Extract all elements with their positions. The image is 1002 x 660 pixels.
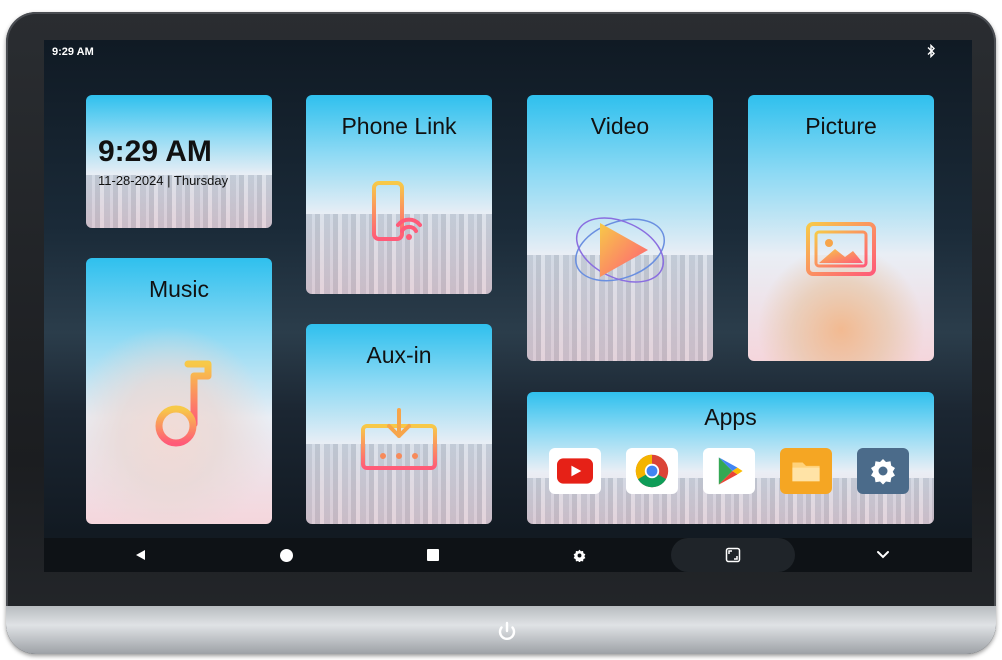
settings-icon[interactable] [857,448,909,494]
aux-in-label: Aux-in [366,342,432,368]
app-icon-row [549,448,919,496]
youtube-icon[interactable] [549,448,601,494]
music-note-icon [155,360,212,447]
recents-icon [427,549,439,561]
clock-date: 11-28-2024 | Thursday [98,173,229,188]
status-bar: 9:29 AM [44,40,972,62]
status-time: 9:29 AM [52,46,94,58]
music-tile[interactable]: Music [86,258,272,524]
image-icon [806,222,876,276]
gear-icon [573,549,585,562]
files-icon[interactable] [780,448,832,494]
apps-label: Apps [704,404,757,430]
bluetooth-icon [927,44,935,58]
picture-label: Picture [805,113,877,139]
screen: 9:29 AM 9:29 AM 11-28-2024 | Thursday Ph… [44,40,972,572]
home-button[interactable] [268,538,304,572]
chevron-down-icon [877,551,889,559]
phone-link-label: Phone Link [341,113,457,139]
clock-tile[interactable]: 9:29 AM 11-28-2024 | Thursday [86,95,272,228]
aux-in-tile[interactable]: Aux-in [306,324,492,524]
phone-link-icon [372,181,422,241]
play-store-icon[interactable] [703,448,755,494]
picture-tile[interactable]: Picture [748,95,934,361]
back-button[interactable] [122,538,158,572]
aux-input-icon [361,408,437,470]
apps-tile[interactable]: Apps [527,392,934,524]
power-icon[interactable] [495,620,519,644]
screen-button[interactable] [671,538,795,572]
screenshot-icon [725,547,741,563]
quick-settings-button[interactable] [561,538,597,572]
back-icon [136,550,145,560]
video-label: Video [590,113,650,139]
phone-link-tile[interactable]: Phone Link [306,95,492,294]
navigation-bar [44,538,972,572]
play-icon [574,217,666,283]
clock-time: 9:29 AM [98,135,212,168]
collapse-button[interactable] [865,538,901,572]
home-icon [279,548,293,562]
music-label: Music [148,276,210,302]
chrome-icon[interactable] [626,448,678,494]
recents-button[interactable] [415,538,451,572]
video-tile[interactable]: Video [527,95,713,361]
